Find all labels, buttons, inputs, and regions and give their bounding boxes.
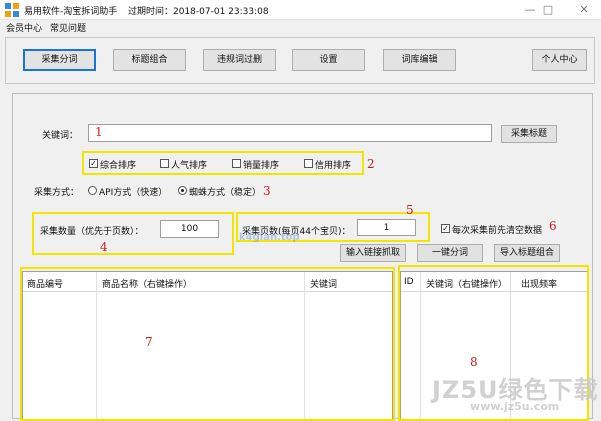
marker-4: 4 [100, 240, 108, 254]
marker-7: 7 [145, 335, 153, 349]
watermark-url: www.jz5u.com [470, 400, 560, 413]
quantity-label: 采集数量（优先于页数）： [40, 227, 144, 237]
clear-before-label: 每次采集前先清空数据 [452, 226, 543, 236]
menu-faq[interactable]: 常见问题 [50, 21, 86, 34]
api-method-label: API方式（快速） [99, 188, 168, 198]
watermark-small: k4gian.top [239, 232, 300, 243]
title-combine-button[interactable]: 标题组合 [113, 49, 186, 71]
sort-popularity-checkbox[interactable] [160, 159, 169, 168]
one-key-split-button[interactable]: 一键分词 [417, 244, 483, 262]
sort-sales-checkbox[interactable] [232, 159, 241, 168]
expiry-time: 过期时间：2018-07-01 23:33:08 [128, 7, 269, 17]
quantity-input[interactable]: 100 [160, 220, 219, 238]
marker-1: 1 [95, 125, 103, 139]
marker-8: 8 [470, 355, 478, 369]
product-grid-highlight [20, 267, 395, 421]
import-combine-button[interactable]: 导入标题组合 [494, 244, 560, 262]
spider-method-label: 蜘蛛方式（稳定） [189, 188, 262, 198]
link-capture-button[interactable]: 输入链接抓取 [340, 244, 406, 262]
dict-edit-button[interactable]: 词库编辑 [383, 49, 456, 71]
close-button[interactable]: ✕ [575, 2, 593, 18]
app-logo-icon [5, 3, 19, 17]
api-method-radio[interactable] [88, 186, 97, 195]
method-label: 采集方式： [34, 188, 80, 198]
collect-words-button[interactable]: 采集分词 [23, 49, 96, 71]
marker-5: 5 [406, 203, 414, 217]
pages-value: 1 [383, 223, 390, 233]
title-bar: 易用软件-淘宝拆词助手 过期时间：2018-07-01 23:33:08 — □… [0, 0, 601, 20]
menu-member-center[interactable]: 会员中心 [6, 21, 42, 34]
settings-button[interactable]: 设置 [292, 49, 365, 71]
quantity-value: 100 [180, 224, 199, 234]
keyword-input[interactable] [88, 124, 492, 142]
sort-credit-label: 信用排序 [315, 161, 352, 171]
sort-comprehensive-checkbox[interactable]: ✓ [89, 159, 98, 168]
marker-3: 3 [263, 184, 271, 198]
keyword-label: 关键词： [42, 131, 79, 141]
spider-method-radio[interactable] [178, 186, 187, 195]
pages-input[interactable]: 1 [357, 219, 416, 236]
personal-center-button[interactable]: 个人中心 [532, 49, 587, 71]
minimize-button[interactable]: — [521, 2, 539, 18]
sort-credit-checkbox[interactable] [304, 159, 313, 168]
marker-2: 2 [367, 157, 375, 171]
window-title: 易用软件-淘宝拆词助手 [24, 7, 118, 17]
clear-before-checkbox[interactable]: ✓ [441, 224, 450, 233]
sort-popularity-label: 人气排序 [171, 161, 208, 171]
menu-bar: 会员中心 常见问题 [0, 20, 601, 34]
sort-sales-label: 销量排序 [243, 161, 280, 171]
collect-titles-button[interactable]: 采集标题 [501, 125, 557, 143]
remove-banned-button[interactable]: 违规词过删 [203, 49, 276, 71]
sort-comprehensive-label: 综合排序 [100, 161, 137, 171]
maximize-button[interactable]: □ [539, 2, 557, 18]
marker-6: 6 [549, 219, 557, 233]
